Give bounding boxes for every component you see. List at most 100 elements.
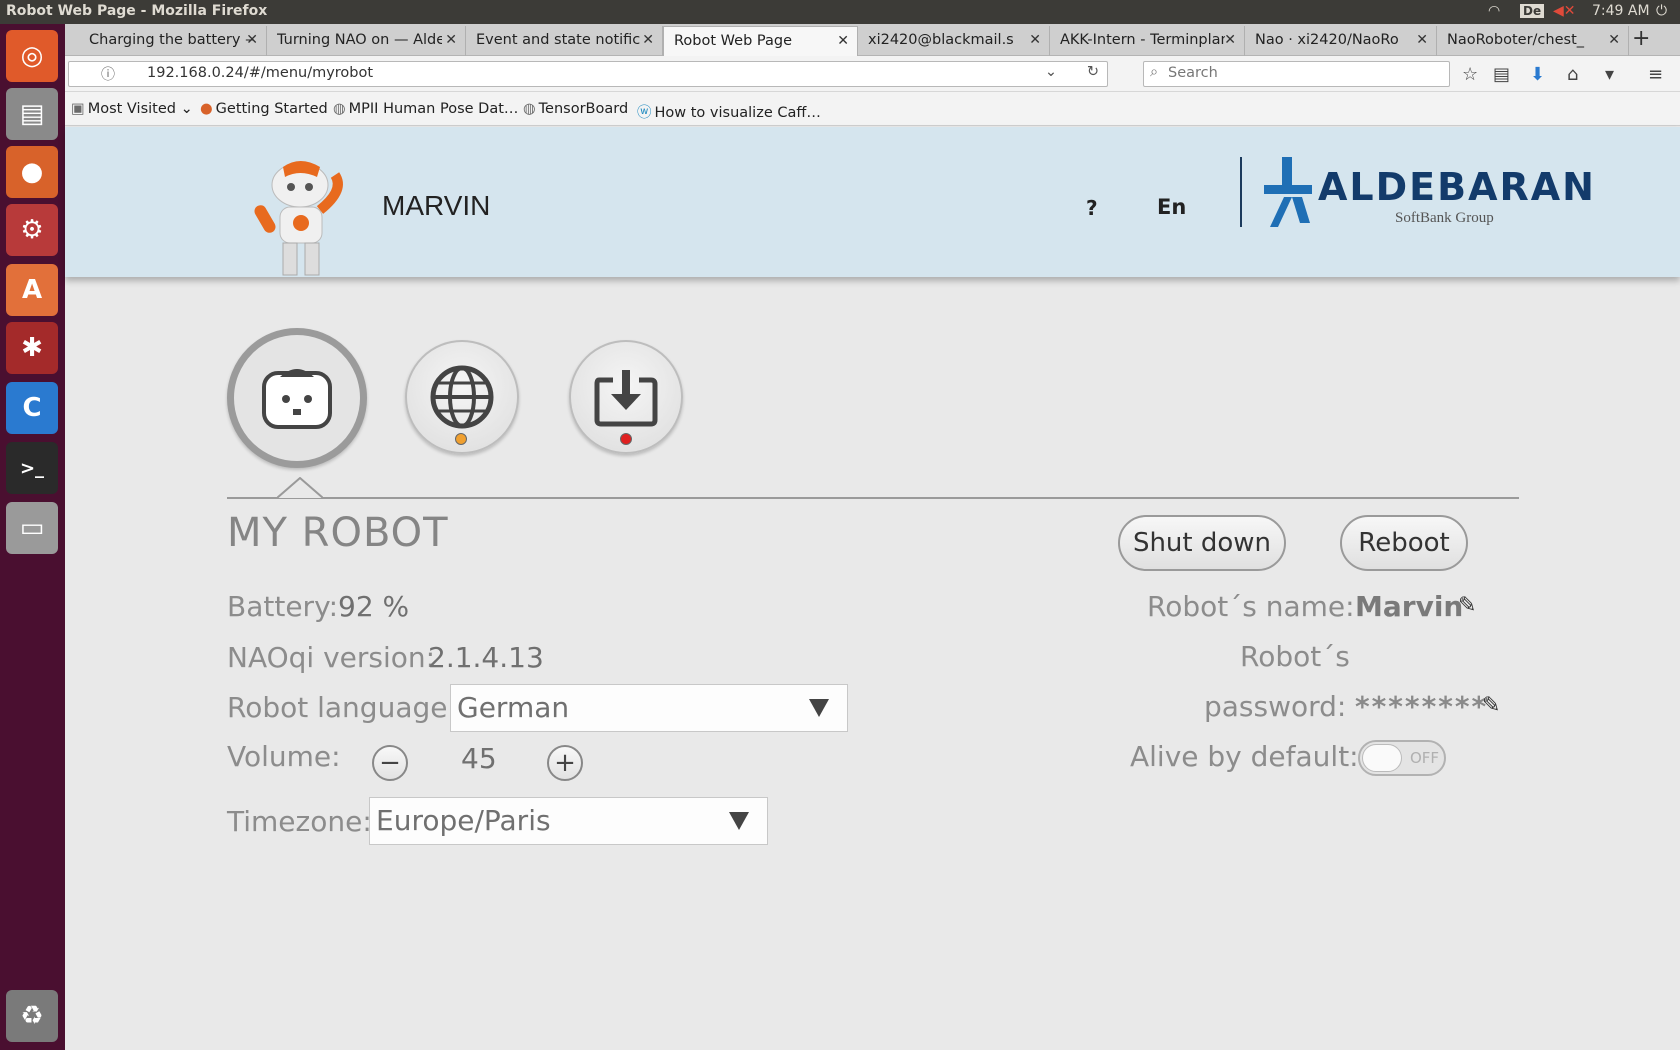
tab-label: AKK-Intern - Terminplan — [1060, 32, 1225, 48]
volume-increase-button[interactable]: + — [547, 745, 583, 781]
new-tab-button[interactable]: + — [1632, 26, 1650, 51]
dropdown-arrow-icon — [809, 699, 829, 717]
toggle-knob — [1362, 744, 1402, 772]
search-icon: ⌕ — [1150, 64, 1159, 80]
bug-icon[interactable]: ✱ — [6, 322, 58, 374]
terminal-icon[interactable]: >_ — [6, 442, 58, 494]
tab-close-icon[interactable]: ✕ — [1608, 32, 1620, 48]
softbank-subbrand: SoftBank Group — [1395, 210, 1494, 226]
settings-icon[interactable]: ⚙ — [6, 204, 58, 256]
timezone-select[interactable]: Europe/Paris — [369, 797, 768, 845]
bookmark-caffe[interactable]: ⓦ How to visualize Caff… — [637, 101, 821, 122]
wordpress-favicon: ⓦ — [637, 105, 652, 121]
globe-favicon: ◍ — [523, 101, 536, 117]
robot-password-label-line2: password: — [1204, 690, 1347, 723]
browser-tab[interactable]: AKK-Intern - Terminplan ✕ — [1050, 26, 1245, 56]
tab-label: NaoRoboter/chest_ — [1447, 32, 1584, 48]
aldebaran-logo-icon — [1264, 157, 1312, 227]
reboot-button[interactable]: Reboot — [1340, 515, 1468, 571]
clock[interactable]: 7:49 AM — [1592, 3, 1650, 19]
help-button[interactable]: ? — [1086, 196, 1098, 220]
tab-label: xi2420@blackmail.s — [868, 32, 1014, 48]
robot-name-label: Robot´s name: — [1147, 590, 1355, 623]
browser-tab[interactable]: xi2420@blackmail.s ✕ — [858, 26, 1050, 56]
robot-head-icon — [262, 369, 332, 429]
my-robot-menu-button[interactable] — [227, 328, 367, 468]
globe-favicon: ◍ — [333, 101, 346, 117]
tab-close-icon[interactable]: ✕ — [1416, 32, 1428, 48]
url-bar[interactable]: ⓘ 192.168.0.24/#/menu/myrobot ⌄ ↻ — [68, 61, 1108, 87]
wifi-icon[interactable]: ◠ — [1488, 3, 1500, 19]
browser-tab[interactable]: NaoRoboter/chest_ ✕ — [1437, 26, 1629, 56]
browser-tab[interactable]: Turning NAO on — Alde ✕ — [267, 26, 466, 56]
software-center-icon[interactable]: A — [6, 264, 58, 316]
power-icon[interactable]: ⏻ — [1656, 3, 1667, 19]
trash-icon[interactable]: ♻ — [6, 990, 58, 1042]
language-button[interactable]: En — [1157, 195, 1186, 219]
tab-label: Turning NAO on — Alde — [277, 32, 442, 48]
volume-muted-icon[interactable]: ◀✕ — [1553, 3, 1576, 19]
battery-value: 92 % — [338, 590, 410, 623]
shutdown-button[interactable]: Shut down — [1118, 515, 1286, 571]
browser-tab[interactable]: Event and state notific ✕ — [466, 26, 663, 56]
tab-label: Robot Web Page — [674, 33, 792, 49]
section-divider — [227, 497, 1519, 499]
timezone-value: Europe/Paris — [376, 804, 551, 837]
files-icon[interactable]: ▤ — [6, 88, 58, 140]
ubuntu-dash-icon[interactable]: ◎ — [6, 30, 58, 82]
tab-label: Charging the battery — — [89, 32, 254, 48]
alive-by-default-label: Alive by default: — [1130, 740, 1359, 773]
toggle-state-label: OFF — [1410, 749, 1440, 767]
naoqi-version-value: 2.1.4.13 — [428, 641, 544, 674]
home-icon[interactable]: ⌂ — [1567, 64, 1578, 85]
reload-icon[interactable]: ↻ — [1087, 64, 1099, 80]
browser-tab[interactable]: Robot Web Page ✕ — [663, 26, 858, 56]
naoqi-version-label: NAOqi version: — [227, 641, 436, 674]
search-box[interactable]: ⌕ Search — [1143, 61, 1450, 87]
disk-icon[interactable]: ▭ — [6, 502, 58, 554]
menu-icon[interactable]: ≡ — [1648, 64, 1663, 85]
edit-password-pencil-icon[interactable]: ✎ — [1482, 693, 1500, 718]
tab-close-icon[interactable]: ✕ — [1029, 32, 1041, 48]
robot-password-label-line1: Robot´s — [1240, 640, 1350, 673]
tab-label: Event and state notific — [476, 32, 641, 48]
bookmark-star-icon[interactable]: ☆ — [1462, 64, 1478, 85]
volume-decrease-button[interactable]: − — [372, 745, 408, 781]
header-divider — [1240, 157, 1242, 227]
system-top-bar: Robot Web Page - Mozilla Firefox ◠ De ◀✕… — [0, 0, 1680, 24]
update-status-dot — [620, 433, 632, 445]
alive-by-default-toggle[interactable]: OFF — [1358, 740, 1446, 776]
code-editor-icon[interactable]: C — [6, 382, 58, 434]
tab-close-icon[interactable]: ✕ — [642, 32, 654, 48]
tab-close-icon[interactable]: ✕ — [837, 33, 849, 49]
network-status-dot — [455, 433, 467, 445]
tab-close-icon[interactable]: ✕ — [246, 32, 258, 48]
timezone-label: Timezone: — [227, 805, 372, 838]
url-text: 192.168.0.24/#/menu/myrobot — [147, 65, 374, 81]
keyboard-layout-indicator[interactable]: De — [1520, 4, 1545, 18]
library-icon[interactable]: ▤ — [1493, 64, 1510, 85]
bookmark-getting-started[interactable]: ● Getting Started — [200, 101, 328, 117]
download-icon[interactable]: ⬇ — [1530, 64, 1545, 85]
pocket-icon[interactable]: ▾ — [1605, 64, 1614, 85]
bookmark-most-visited[interactable]: ▣ Most Visited ⌄ — [71, 101, 193, 117]
active-menu-pointer — [277, 477, 323, 499]
robot-language-select[interactable]: German — [450, 684, 848, 732]
info-icon[interactable]: ⓘ — [101, 64, 115, 84]
dropdown-arrow-icon — [729, 812, 749, 830]
browser-tab[interactable]: Nao · xi2420/NaoRo ✕ — [1245, 26, 1437, 56]
browser-tab[interactable]: Charging the battery — ✕ — [79, 26, 267, 56]
download-update-icon — [594, 370, 658, 427]
firefox-icon[interactable]: ● — [6, 146, 58, 198]
edit-name-pencil-icon[interactable]: ✎ — [1458, 593, 1476, 618]
launcher: ◎ ▤ ● ⚙ A ✱ C >_ ▭ ♻ — [0, 24, 65, 1050]
bookmark-tensorboard[interactable]: ◍ TensorBoard — [523, 101, 628, 117]
volume-value: 45 — [461, 742, 497, 775]
volume-label: Volume: — [227, 740, 341, 773]
tab-close-icon[interactable]: ✕ — [1224, 32, 1236, 48]
robot-name-value: Marvin — [1355, 590, 1464, 623]
tab-close-icon[interactable]: ✕ — [445, 32, 457, 48]
dropdown-icon[interactable]: ⌄ — [1045, 64, 1057, 80]
window-title: Robot Web Page - Mozilla Firefox — [6, 3, 268, 19]
bookmark-mpii[interactable]: ◍ MPII Human Pose Dat… — [333, 101, 518, 117]
